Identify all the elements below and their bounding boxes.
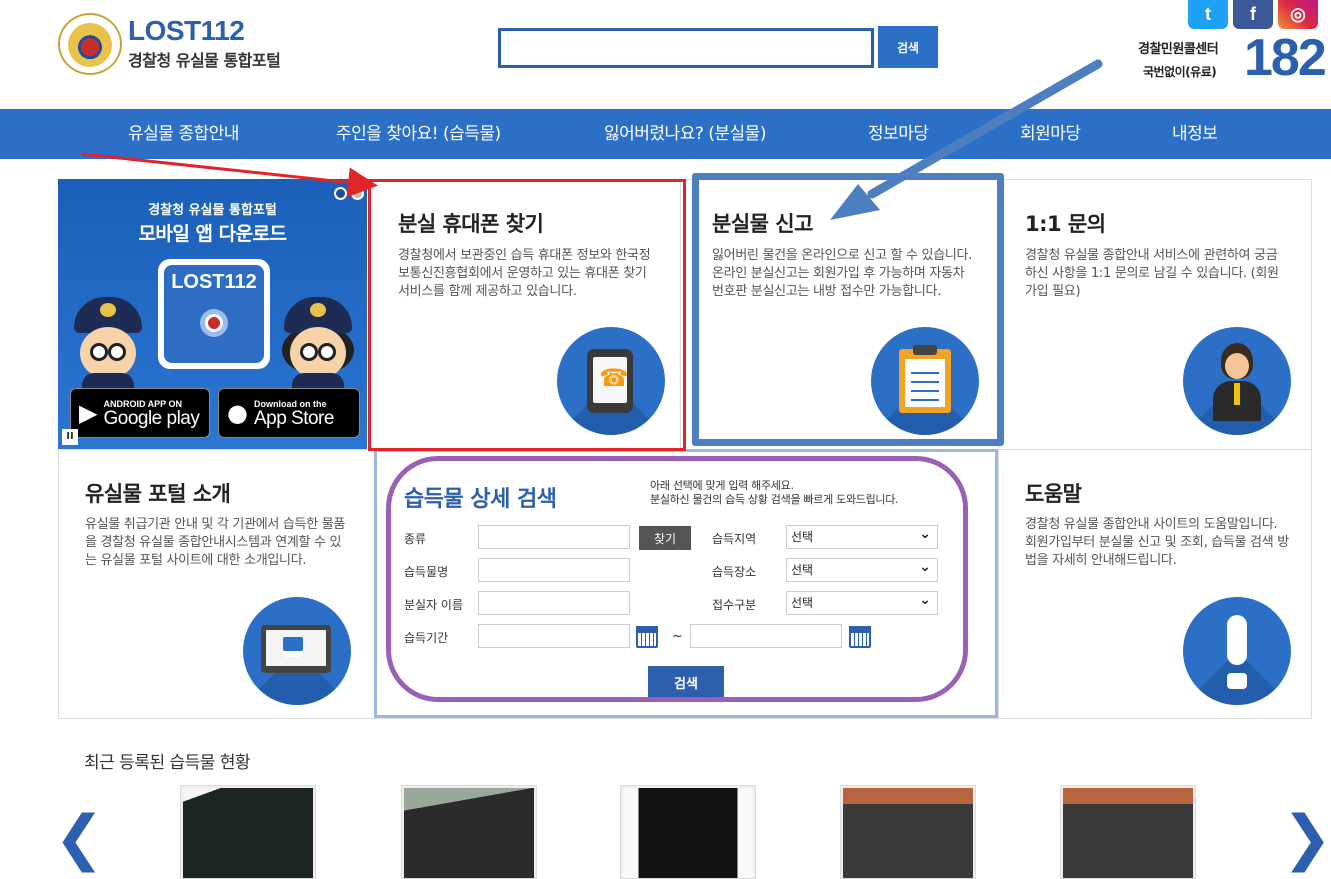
recent-item[interactable]	[620, 785, 756, 879]
facebook-icon[interactable]: f	[1233, 0, 1273, 29]
nav-item-member[interactable]: 회원마당	[1020, 109, 1081, 159]
search-box	[498, 28, 874, 68]
nav-item-info[interactable]: 정보마당	[868, 109, 929, 159]
card-intro-circle[interactable]	[243, 597, 351, 705]
nav-item-lost[interactable]: 잃어버렸나요? (분실물)	[604, 109, 766, 159]
pause-button[interactable]: II	[62, 429, 78, 445]
callcenter-number: 182	[1244, 29, 1327, 87]
recent-item[interactable]	[180, 785, 316, 879]
annotation-blue-box	[692, 173, 1004, 446]
social-links: t f ◎	[1188, 0, 1318, 29]
site-logo[interactable]: LOST112 경찰청 유실물 통합포털	[58, 13, 281, 75]
banner-line1: 경찰청 유실물 통합포털	[148, 203, 277, 218]
logo-title: LOST112	[128, 15, 245, 46]
phone-icon	[587, 349, 633, 413]
banner-line2: 모바일 앱 다운로드	[138, 223, 287, 245]
card-help-desc: 경찰청 유실물 종합안내 사이트의 도움말입니다. 회원가입부터 분실물 신고 …	[1025, 517, 1289, 568]
callcenter-label: 경찰민원콜센터	[1138, 42, 1219, 57]
apple-icon: ●	[227, 399, 248, 427]
card-help-circle[interactable]	[1183, 597, 1291, 705]
annotation-purple-box	[386, 456, 968, 702]
nav-item-guide[interactable]: 유실물 종합안내	[128, 109, 239, 159]
eagle-emblem-icon	[200, 309, 228, 337]
callcenter-sub: 국번없이(유료)	[1143, 65, 1217, 79]
police-character-icon	[68, 297, 148, 399]
annotation-red-box	[368, 179, 686, 451]
card-help-title[interactable]: 도움말	[1025, 478, 1082, 508]
recent-item[interactable]	[840, 785, 976, 879]
twitter-icon[interactable]: t	[1188, 0, 1228, 29]
google-play-icon: ▶	[79, 399, 98, 427]
app-download-banner[interactable]: 경찰청 유실물 통합포털 모바일 앱 다운로드 LOST112 ▶ ANDROI…	[58, 179, 367, 449]
nav-item-found[interactable]: 주인을 찾아요! (습득물)	[336, 109, 501, 159]
exclamation-icon	[1227, 615, 1247, 689]
police-emblem-icon	[58, 13, 122, 75]
card-inquiry-desc: 경찰청 유실물 종합안내 서비스에 관련하여 궁금하신 사항을 1:1 문의로 …	[1025, 248, 1279, 299]
carousel-prev-icon[interactable]: ❮	[54, 808, 104, 868]
support-agent-icon	[1213, 343, 1261, 421]
google-play-button[interactable]: ▶ ANDROID APP ON Google play	[70, 388, 210, 438]
card-inquiry-circle[interactable]	[1183, 327, 1291, 435]
tablet-illustration: LOST112	[158, 259, 270, 369]
recent-item[interactable]	[1060, 785, 1196, 879]
search-input[interactable]	[501, 31, 871, 65]
clipboard-icon	[899, 345, 951, 413]
card-intro-title[interactable]: 유실물 포털 소개	[85, 478, 231, 508]
callcenter-info: 경찰민원콜센터 국번없이(유료)	[1138, 38, 1219, 80]
instagram-icon[interactable]: ◎	[1278, 0, 1318, 29]
card-intro-desc: 유실물 취급기관 안내 및 각 기관에서 습득한 물품을 경찰청 유실물 종합안…	[85, 517, 346, 568]
card-inquiry-title[interactable]: 1:1 문의	[1025, 208, 1106, 238]
nav-item-myinfo[interactable]: 내정보	[1172, 109, 1218, 159]
recent-items-title: 최근 등록된 습득물 현황	[84, 753, 251, 773]
search-button[interactable]: 검색	[878, 26, 938, 68]
carousel-next-icon[interactable]: ❯	[1282, 808, 1331, 868]
logo-subtitle: 경찰청 유실물 통합포털	[128, 51, 281, 70]
tablet-text: LOST112	[171, 271, 257, 293]
monitor-icon	[261, 625, 331, 673]
policewoman-character-icon	[278, 297, 358, 399]
app-store-button[interactable]: ● Download on the App Store	[218, 388, 360, 438]
main-nav: 유실물 종합안내 주인을 찾아요! (습득물) 잃어버렸나요? (분실물) 정보…	[0, 109, 1331, 159]
recent-item[interactable]	[401, 785, 537, 879]
